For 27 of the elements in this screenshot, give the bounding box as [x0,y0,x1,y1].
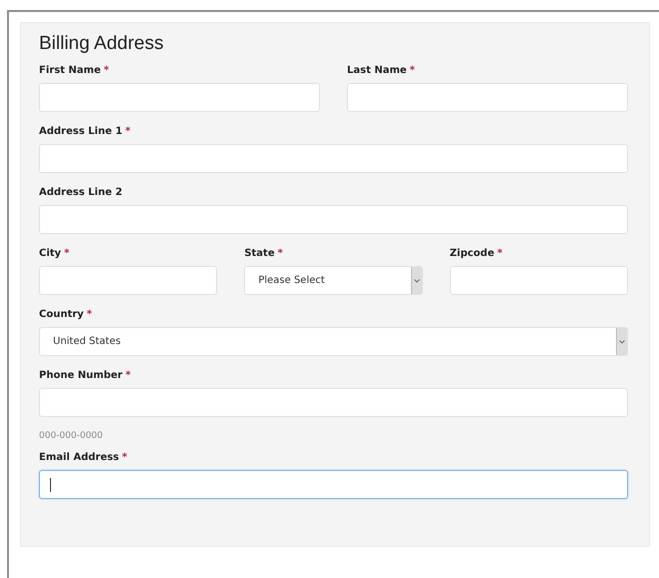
field-label: Address Line 1 [39,126,122,137]
required-mark: * [125,370,131,381]
field-label: Zipcode [450,248,494,259]
field-label: Country [39,309,84,320]
field-label: Address Line 2 [39,187,122,198]
field-label: City [39,248,62,259]
dropdown-icon [410,267,422,294]
field-label: State [244,248,275,259]
required-mark: * [410,65,415,76]
required-mark: * [86,309,92,320]
field-label: Last Name [347,65,407,76]
text-cursor [50,478,51,492]
select-field[interactable]: United States [39,327,628,356]
field-label: Phone Number [39,370,122,381]
required-mark: * [278,248,283,259]
required-mark: * [122,452,128,463]
required-mark: * [497,248,502,259]
form-title: Billing Address [39,33,165,55]
field-label: First Name [39,65,101,76]
input-field[interactable] [39,470,628,499]
select-field[interactable]: Please Select [244,266,423,295]
required-mark: * [104,65,109,76]
field-label: Email Address [39,452,120,463]
dropdown-icon [616,328,627,355]
required-mark: * [125,126,131,137]
required-mark: * [64,248,70,259]
field-hint: 000-000-0000 [39,431,104,441]
